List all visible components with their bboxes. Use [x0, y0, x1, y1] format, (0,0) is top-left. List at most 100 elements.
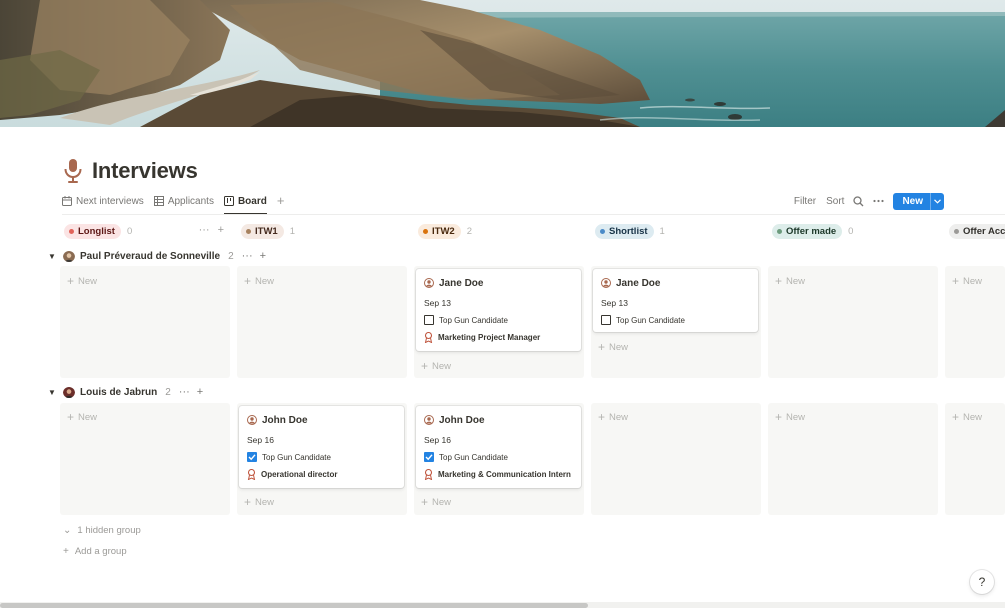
- card-title: John Doe: [424, 412, 573, 428]
- column-header[interactable]: Offer made 0: [768, 221, 938, 241]
- status-pill: ITW2: [418, 223, 461, 239]
- help-button[interactable]: ?: [970, 570, 994, 594]
- group-header[interactable]: ▼ Louis de Jabrun 2 ··· +: [48, 383, 210, 401]
- more-icon[interactable]: ···: [199, 224, 210, 236]
- add-group-button[interactable]: + Add a group: [63, 546, 127, 557]
- person-icon: [247, 415, 257, 425]
- checkbox-label: Top Gun Candidate: [439, 452, 508, 462]
- more-icon[interactable]: ···: [242, 250, 253, 262]
- board-card[interactable]: John Doe Sep 16 Top Gun Candidate Operat…: [239, 406, 404, 488]
- column-label: ITW2: [432, 225, 455, 237]
- board-card[interactable]: John Doe Sep 16 Top Gun Candidate Market…: [416, 406, 581, 488]
- card-date: Sep 13: [601, 298, 628, 308]
- group-name: Paul Préveraud de Sonneville: [80, 250, 221, 262]
- card-role: Marketing & Communication Intern: [424, 467, 573, 481]
- new-card-label: New: [609, 411, 629, 423]
- new-card-button[interactable]: + New: [244, 275, 274, 287]
- new-card-label: New: [963, 411, 983, 423]
- card-title: John Doe: [247, 412, 396, 428]
- status-dot: [777, 228, 782, 234]
- plus-icon: +: [244, 274, 252, 288]
- checkbox[interactable]: [424, 315, 434, 325]
- toggle-icon[interactable]: ▼: [48, 388, 58, 397]
- card-name: John Doe: [439, 414, 485, 426]
- card-checkbox[interactable]: Top Gun Candidate: [601, 313, 750, 327]
- hidden-group-toggle[interactable]: ⌄ 1 hidden group: [63, 525, 141, 536]
- card-role: Marketing Project Manager: [424, 330, 573, 344]
- new-card-button[interactable]: + New: [775, 411, 805, 423]
- plus-icon: +: [63, 546, 69, 557]
- card-name: Jane Doe: [616, 277, 661, 289]
- plus-icon: +: [598, 340, 606, 354]
- checkbox-label: Top Gun Candidate: [262, 452, 331, 462]
- card-date: Sep 16: [424, 435, 451, 445]
- scrollbar-thumb[interactable]: [0, 603, 588, 608]
- card-checkbox[interactable]: Top Gun Candidate: [424, 313, 573, 327]
- column-label: Offer made: [786, 225, 837, 237]
- more-icon[interactable]: ···: [179, 386, 190, 398]
- new-card-button[interactable]: + New: [952, 411, 982, 423]
- filter-button[interactable]: Filter: [794, 196, 816, 207]
- new-card-button[interactable]: + New: [775, 275, 805, 287]
- card-date: Sep 13: [424, 298, 451, 308]
- horizontal-scrollbar[interactable]: [0, 602, 1005, 608]
- column-header[interactable]: Longlist 0 ··· +: [60, 221, 230, 241]
- new-card-button[interactable]: + New: [421, 496, 451, 508]
- new-card-button[interactable]: + New: [952, 275, 982, 287]
- column-header[interactable]: Offer Acce: [945, 221, 1005, 241]
- new-button[interactable]: New: [893, 192, 944, 210]
- chevron-down-icon[interactable]: [930, 192, 944, 210]
- group-actions: ··· +: [242, 250, 273, 262]
- checkbox-label: Top Gun Candidate: [439, 315, 508, 325]
- new-card-button[interactable]: + New: [598, 411, 628, 423]
- toggle-icon[interactable]: ▼: [48, 252, 58, 261]
- tab-board[interactable]: Board: [223, 191, 267, 215]
- board-card[interactable]: Jane Doe Sep 13 Top Gun Candidate Market…: [416, 269, 581, 351]
- new-card-button[interactable]: + New: [598, 341, 628, 353]
- plus-icon: +: [244, 495, 252, 509]
- person-icon: [424, 415, 434, 425]
- new-card-label: New: [255, 275, 275, 287]
- cover-image: [0, 0, 1005, 127]
- new-card-button[interactable]: + New: [421, 360, 451, 372]
- column-count: 0: [848, 225, 854, 237]
- status-dot: [246, 228, 251, 234]
- checkbox[interactable]: [424, 452, 434, 462]
- tab-next-interviews[interactable]: Next interviews: [62, 191, 144, 211]
- new-card-button[interactable]: + New: [67, 275, 97, 287]
- group-header[interactable]: ▼ Paul Préveraud de Sonneville 2 ··· +: [48, 247, 273, 265]
- search-icon[interactable]: [853, 195, 864, 207]
- group-count: 2: [228, 250, 234, 262]
- new-card-button[interactable]: + New: [67, 411, 97, 423]
- title-row: Interviews: [62, 156, 198, 186]
- checkmark-icon: [248, 454, 256, 461]
- sort-button[interactable]: Sort: [826, 196, 844, 207]
- add-icon[interactable]: +: [218, 224, 224, 236]
- status-pill: Shortlist: [595, 223, 654, 239]
- card-checkbox[interactable]: Top Gun Candidate: [424, 450, 573, 464]
- add-view-button[interactable]: +: [277, 191, 285, 211]
- role-label: Marketing Project Manager: [438, 332, 541, 342]
- checkbox[interactable]: [247, 452, 257, 462]
- status-dot: [69, 228, 74, 234]
- more-icon[interactable]: [873, 199, 885, 203]
- plus-icon: +: [952, 410, 960, 424]
- microphone-icon[interactable]: [62, 158, 84, 184]
- checkbox[interactable]: [601, 315, 611, 325]
- add-icon[interactable]: +: [197, 386, 203, 398]
- add-icon[interactable]: +: [260, 250, 266, 262]
- plus-icon: +: [598, 410, 606, 424]
- group-name: Louis de Jabrun: [80, 386, 158, 398]
- role-label: Operational director: [261, 469, 338, 479]
- tab-applicants[interactable]: Applicants: [153, 191, 214, 211]
- plus-icon: +: [421, 359, 429, 373]
- status-dot: [600, 228, 605, 234]
- new-card-button[interactable]: + New: [244, 496, 274, 508]
- board-card[interactable]: Jane Doe Sep 13 Top Gun Candidate: [593, 269, 758, 332]
- column-header[interactable]: Shortlist 1: [591, 221, 761, 241]
- status-dot: [423, 228, 428, 234]
- new-card-label: New: [786, 411, 806, 423]
- column-header[interactable]: ITW1 1: [237, 221, 407, 241]
- column-header[interactable]: ITW2 2: [414, 221, 584, 241]
- card-checkbox[interactable]: Top Gun Candidate: [247, 450, 396, 464]
